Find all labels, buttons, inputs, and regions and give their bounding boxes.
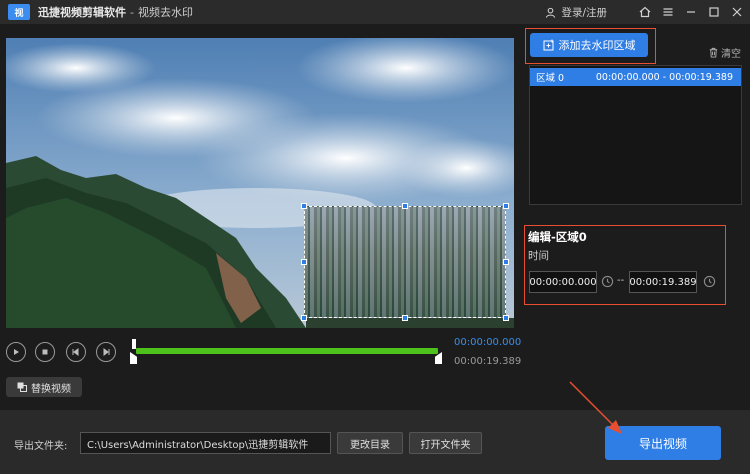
login-register-link[interactable]: 登录/注册	[545, 5, 607, 20]
app-name: 迅捷视频剪辑软件	[38, 6, 126, 19]
home-icon	[639, 6, 651, 18]
app-logo-icon: 视	[8, 4, 30, 20]
video-preview[interactable]	[6, 38, 514, 328]
resize-handle[interactable]	[301, 315, 307, 321]
close-icon	[732, 7, 742, 17]
replace-video-button[interactable]: 替换视频	[6, 377, 82, 397]
region-name: 区域 0	[536, 73, 565, 84]
resize-handle[interactable]	[301, 203, 307, 209]
resize-handle[interactable]	[503, 259, 509, 265]
home-button[interactable]	[635, 2, 655, 22]
clear-label: 清空	[721, 49, 741, 60]
export-folder-label: 导出文件夹:	[14, 441, 68, 452]
menu-button[interactable]	[658, 2, 678, 22]
current-time: 00:00:00.000	[454, 337, 522, 348]
next-frame-button[interactable]	[96, 342, 116, 362]
menu-icon	[663, 8, 673, 16]
previous-frame-icon	[72, 348, 79, 356]
title-bar: 视 迅捷视频剪辑软件 - 视频去水印 登录/注册	[0, 0, 750, 24]
resize-handle[interactable]	[301, 259, 307, 265]
maximize-icon	[709, 7, 719, 17]
minimize-icon	[687, 11, 695, 13]
timeline-track[interactable]	[130, 339, 442, 365]
stop-icon	[42, 349, 48, 355]
list-item[interactable]: 区域 0 00:00:00.000 - 00:00:19.389	[530, 68, 741, 86]
stop-button[interactable]	[35, 342, 55, 362]
open-folder-button[interactable]: 打开文件夹	[409, 432, 482, 454]
page-title: 视频去水印	[137, 6, 193, 19]
maximize-button[interactable]	[704, 2, 724, 22]
export-folder-path[interactable]: C:\Users\Administrator\Desktop\迅捷剪辑软件	[80, 432, 331, 454]
play-icon	[14, 349, 19, 355]
replace-video-icon	[17, 382, 27, 392]
watermark-region-box[interactable]	[301, 203, 509, 321]
resize-handle[interactable]	[402, 203, 408, 209]
highlight-box	[524, 225, 726, 305]
close-button[interactable]	[727, 2, 747, 22]
clear-regions-button[interactable]: 清空	[708, 45, 741, 60]
trash-icon	[709, 47, 718, 58]
login-register-label: 登录/注册	[561, 6, 607, 19]
minimize-button[interactable]	[681, 2, 701, 22]
play-button[interactable]	[6, 342, 26, 362]
user-icon	[546, 7, 556, 18]
total-time: 00:00:19.389	[454, 356, 522, 367]
change-directory-button[interactable]: 更改目录	[337, 432, 403, 454]
resize-handle[interactable]	[503, 315, 509, 321]
resize-handle[interactable]	[503, 203, 509, 209]
title-separator: -	[130, 5, 134, 19]
highlight-box	[525, 28, 656, 64]
next-frame-icon	[103, 348, 110, 356]
previous-frame-button[interactable]	[66, 342, 86, 362]
region-list: 区域 0 00:00:00.000 - 00:00:19.389	[529, 65, 742, 205]
timeline-selection	[136, 348, 438, 354]
export-video-button[interactable]: 导出视频	[605, 426, 721, 460]
playhead[interactable]	[132, 339, 136, 349]
region-time-range: 00:00:00.000 - 00:00:19.389	[595, 71, 733, 83]
resize-handle[interactable]	[402, 315, 408, 321]
replace-video-label: 替换视频	[31, 383, 71, 395]
